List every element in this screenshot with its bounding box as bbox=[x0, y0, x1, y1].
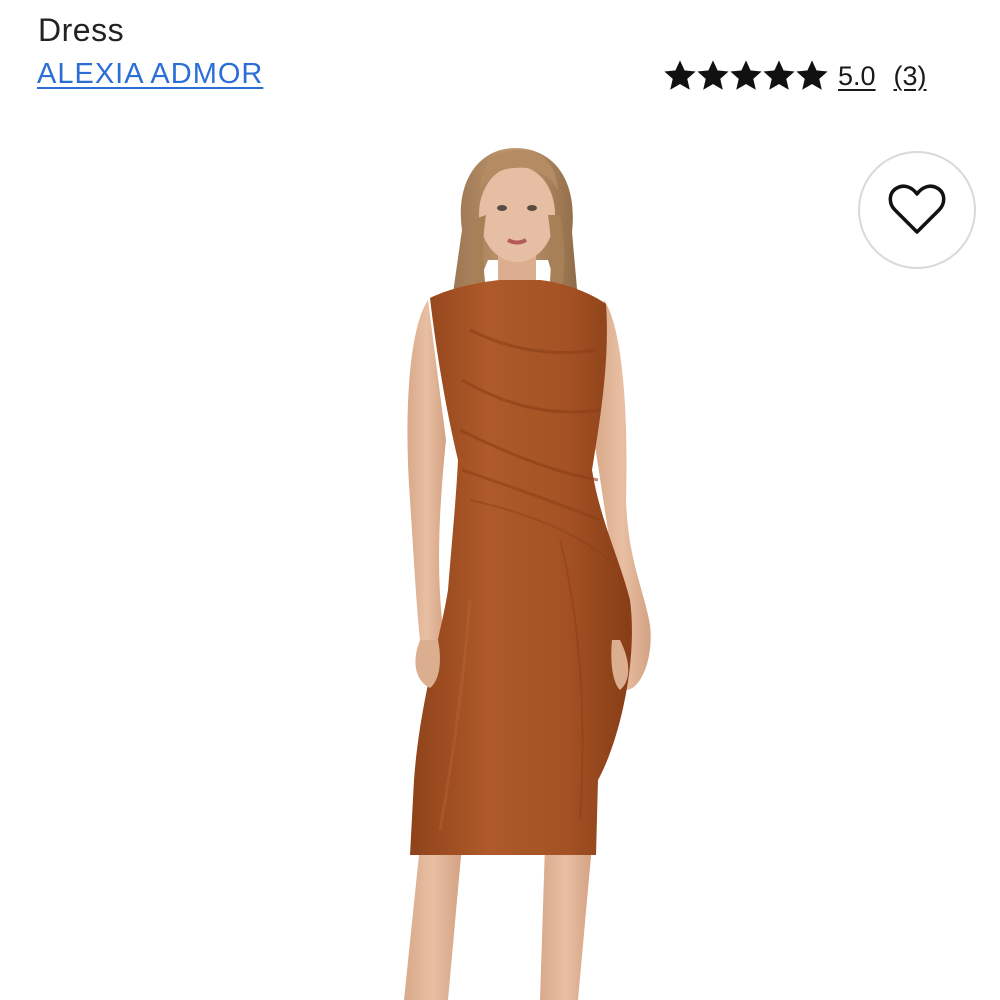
star-icon bbox=[664, 60, 696, 90]
right-leg bbox=[540, 845, 592, 1000]
star-icon bbox=[697, 60, 729, 90]
star-icon bbox=[763, 60, 795, 90]
rating-value[interactable]: 5.0 bbox=[838, 61, 876, 92]
product-title: Women's ALEXIA ADMOR Jean Mockneck Sheat… bbox=[38, 0, 918, 51]
product-title-line-2: Dress bbox=[38, 12, 125, 48]
face bbox=[479, 166, 555, 262]
heart-outline-icon bbox=[888, 184, 946, 234]
product-photo bbox=[404, 148, 651, 1000]
star-icon bbox=[730, 60, 762, 90]
dress bbox=[410, 280, 632, 855]
star-icon bbox=[796, 60, 828, 90]
rating-summary[interactable]: 5.0 (3) bbox=[664, 56, 927, 96]
wishlist-button[interactable] bbox=[858, 151, 976, 269]
left-leg bbox=[404, 845, 462, 1000]
brand-link[interactable]: ALEXIA ADMOR bbox=[37, 58, 263, 91]
rating-stars bbox=[664, 60, 828, 92]
product-title-line-1: Women's ALEXIA ADMOR Jean Mockneck Sheat… bbox=[38, 0, 918, 9]
product-image[interactable] bbox=[0, 120, 1000, 1000]
review-count-link[interactable]: (3) bbox=[894, 61, 927, 92]
